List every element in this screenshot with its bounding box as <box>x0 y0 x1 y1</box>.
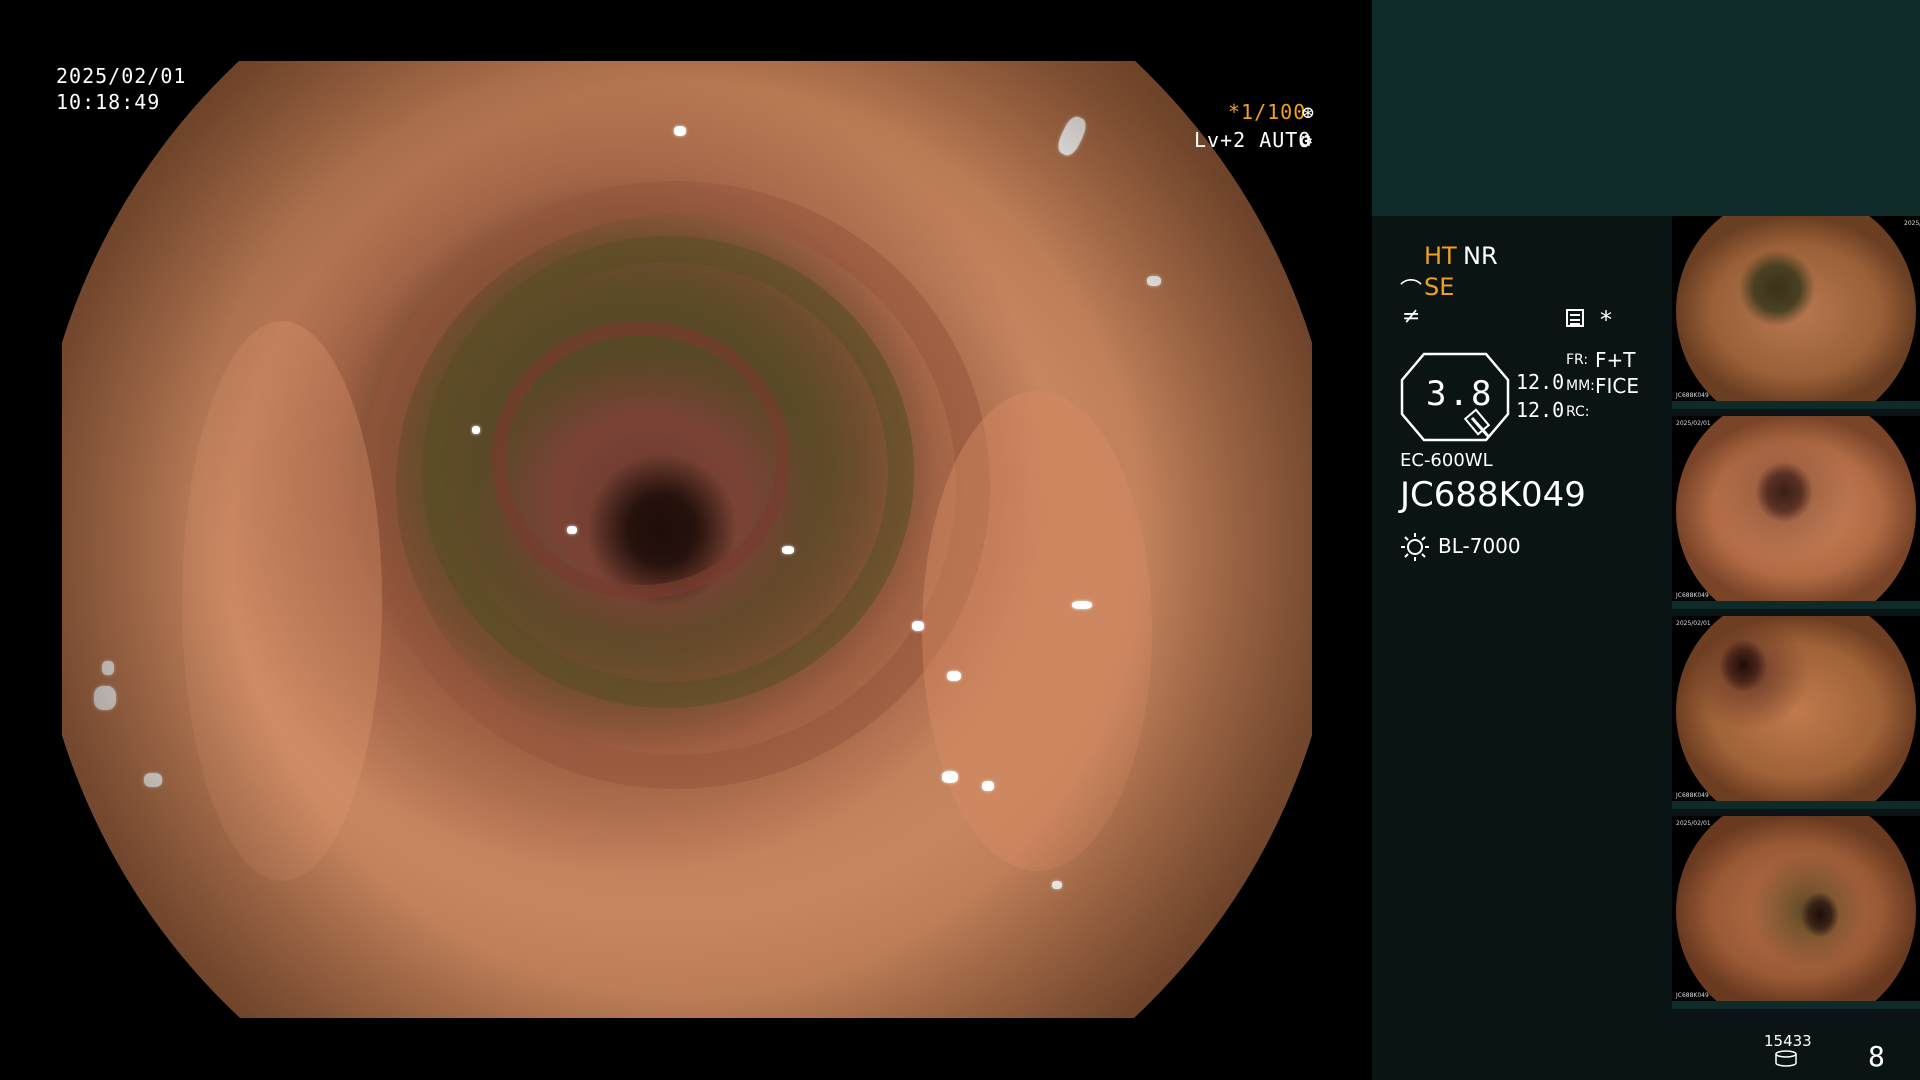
thumbnail-serial: JC688K049 <box>1676 992 1709 999</box>
auto-exposure-icon: ⚙ <box>1300 128 1314 152</box>
thumbnail-image <box>1676 216 1916 406</box>
thumbnail-image <box>1676 816 1916 1006</box>
storage-icon <box>1775 1050 1797 1067</box>
scope-serial: JC688K049 <box>1400 475 1586 515</box>
thumbnail-bar <box>1672 401 1920 409</box>
scope-model: EC-600WL <box>1400 450 1493 471</box>
exam-date: 2025/02/01 <box>56 64 187 88</box>
param-value-2: 12.0 <box>1516 398 1565 422</box>
se-indicator: SE <box>1424 273 1455 301</box>
shutter-readout: *1/100 ⊛ <box>1170 98 1325 126</box>
storage-count: 15433 <box>1764 1032 1812 1050</box>
structure-enhance-icon: ⌒ <box>1400 279 1423 304</box>
zoom-value: 3.8 <box>1426 374 1494 414</box>
image-count: 8 <box>1868 1040 1885 1073</box>
fr-value: F+T <box>1595 348 1636 372</box>
shutter-speed: *1/100 <box>1228 100 1307 124</box>
exam-time: 10:18:49 <box>56 90 161 114</box>
thumbnail-2[interactable]: 2025/02/01 JC688K049 <box>1672 416 1920 609</box>
thumbnail-date: 2025/02/01 <box>1676 420 1711 427</box>
thumbnail-bar <box>1672 601 1920 609</box>
light-source: BL-7000 <box>1438 534 1521 558</box>
nr-indicator: NR <box>1463 242 1498 270</box>
light-source-icon <box>1401 533 1429 561</box>
color-mode-icon: ≠ <box>1402 304 1421 329</box>
thumbnail-1[interactable]: 2025/02/01 JC688K049 <box>1672 216 1920 409</box>
thumbnail-serial: JC688K049 <box>1676 392 1709 399</box>
star-icon: * <box>1600 306 1612 334</box>
exposure-mode: Lv+2 AUTO <box>1194 128 1312 152</box>
thumbnail-3[interactable]: 2025/02/01 JC688K049 <box>1672 616 1920 809</box>
thumbnail-date: 2025/02/01 <box>1676 620 1711 627</box>
settings-list-icon <box>1566 309 1584 327</box>
vignette <box>62 61 1312 1018</box>
fr-label: FR: <box>1566 352 1589 368</box>
panel-header-area <box>1372 0 1920 216</box>
thumbnail-bar <box>1672 1001 1920 1009</box>
thumbnail-bar <box>1672 801 1920 809</box>
thumbnail-date: 2025/02/01 <box>1904 220 1920 227</box>
thumbnail-serial: JC688K049 <box>1676 592 1709 599</box>
thumbnail-serial: JC688K049 <box>1676 792 1709 799</box>
exposure-readout: Lv+2 AUTO ⚙ <box>1190 126 1325 154</box>
endoscopic-image <box>62 61 1312 1018</box>
param-value-1: 12.0 <box>1516 370 1565 394</box>
thumbnail-image <box>1676 616 1916 806</box>
thumbnail-date: 2025/02/01 <box>1676 820 1711 827</box>
mm-value: FICE <box>1595 374 1640 398</box>
rc-label: RC: <box>1566 404 1590 420</box>
mm-label: MM: <box>1566 378 1595 394</box>
thumbnail-4[interactable]: 2025/02/01 JC688K049 <box>1672 816 1920 1009</box>
thumbnail-image <box>1676 416 1916 606</box>
endoscope-viewer: 2025/02/01 10:18:49 *1/100 ⊛ Lv+2 AUTO ⚙ <box>0 0 1372 1080</box>
ht-indicator: HT <box>1424 242 1457 270</box>
shutter-icon: ⊛ <box>1302 100 1316 124</box>
